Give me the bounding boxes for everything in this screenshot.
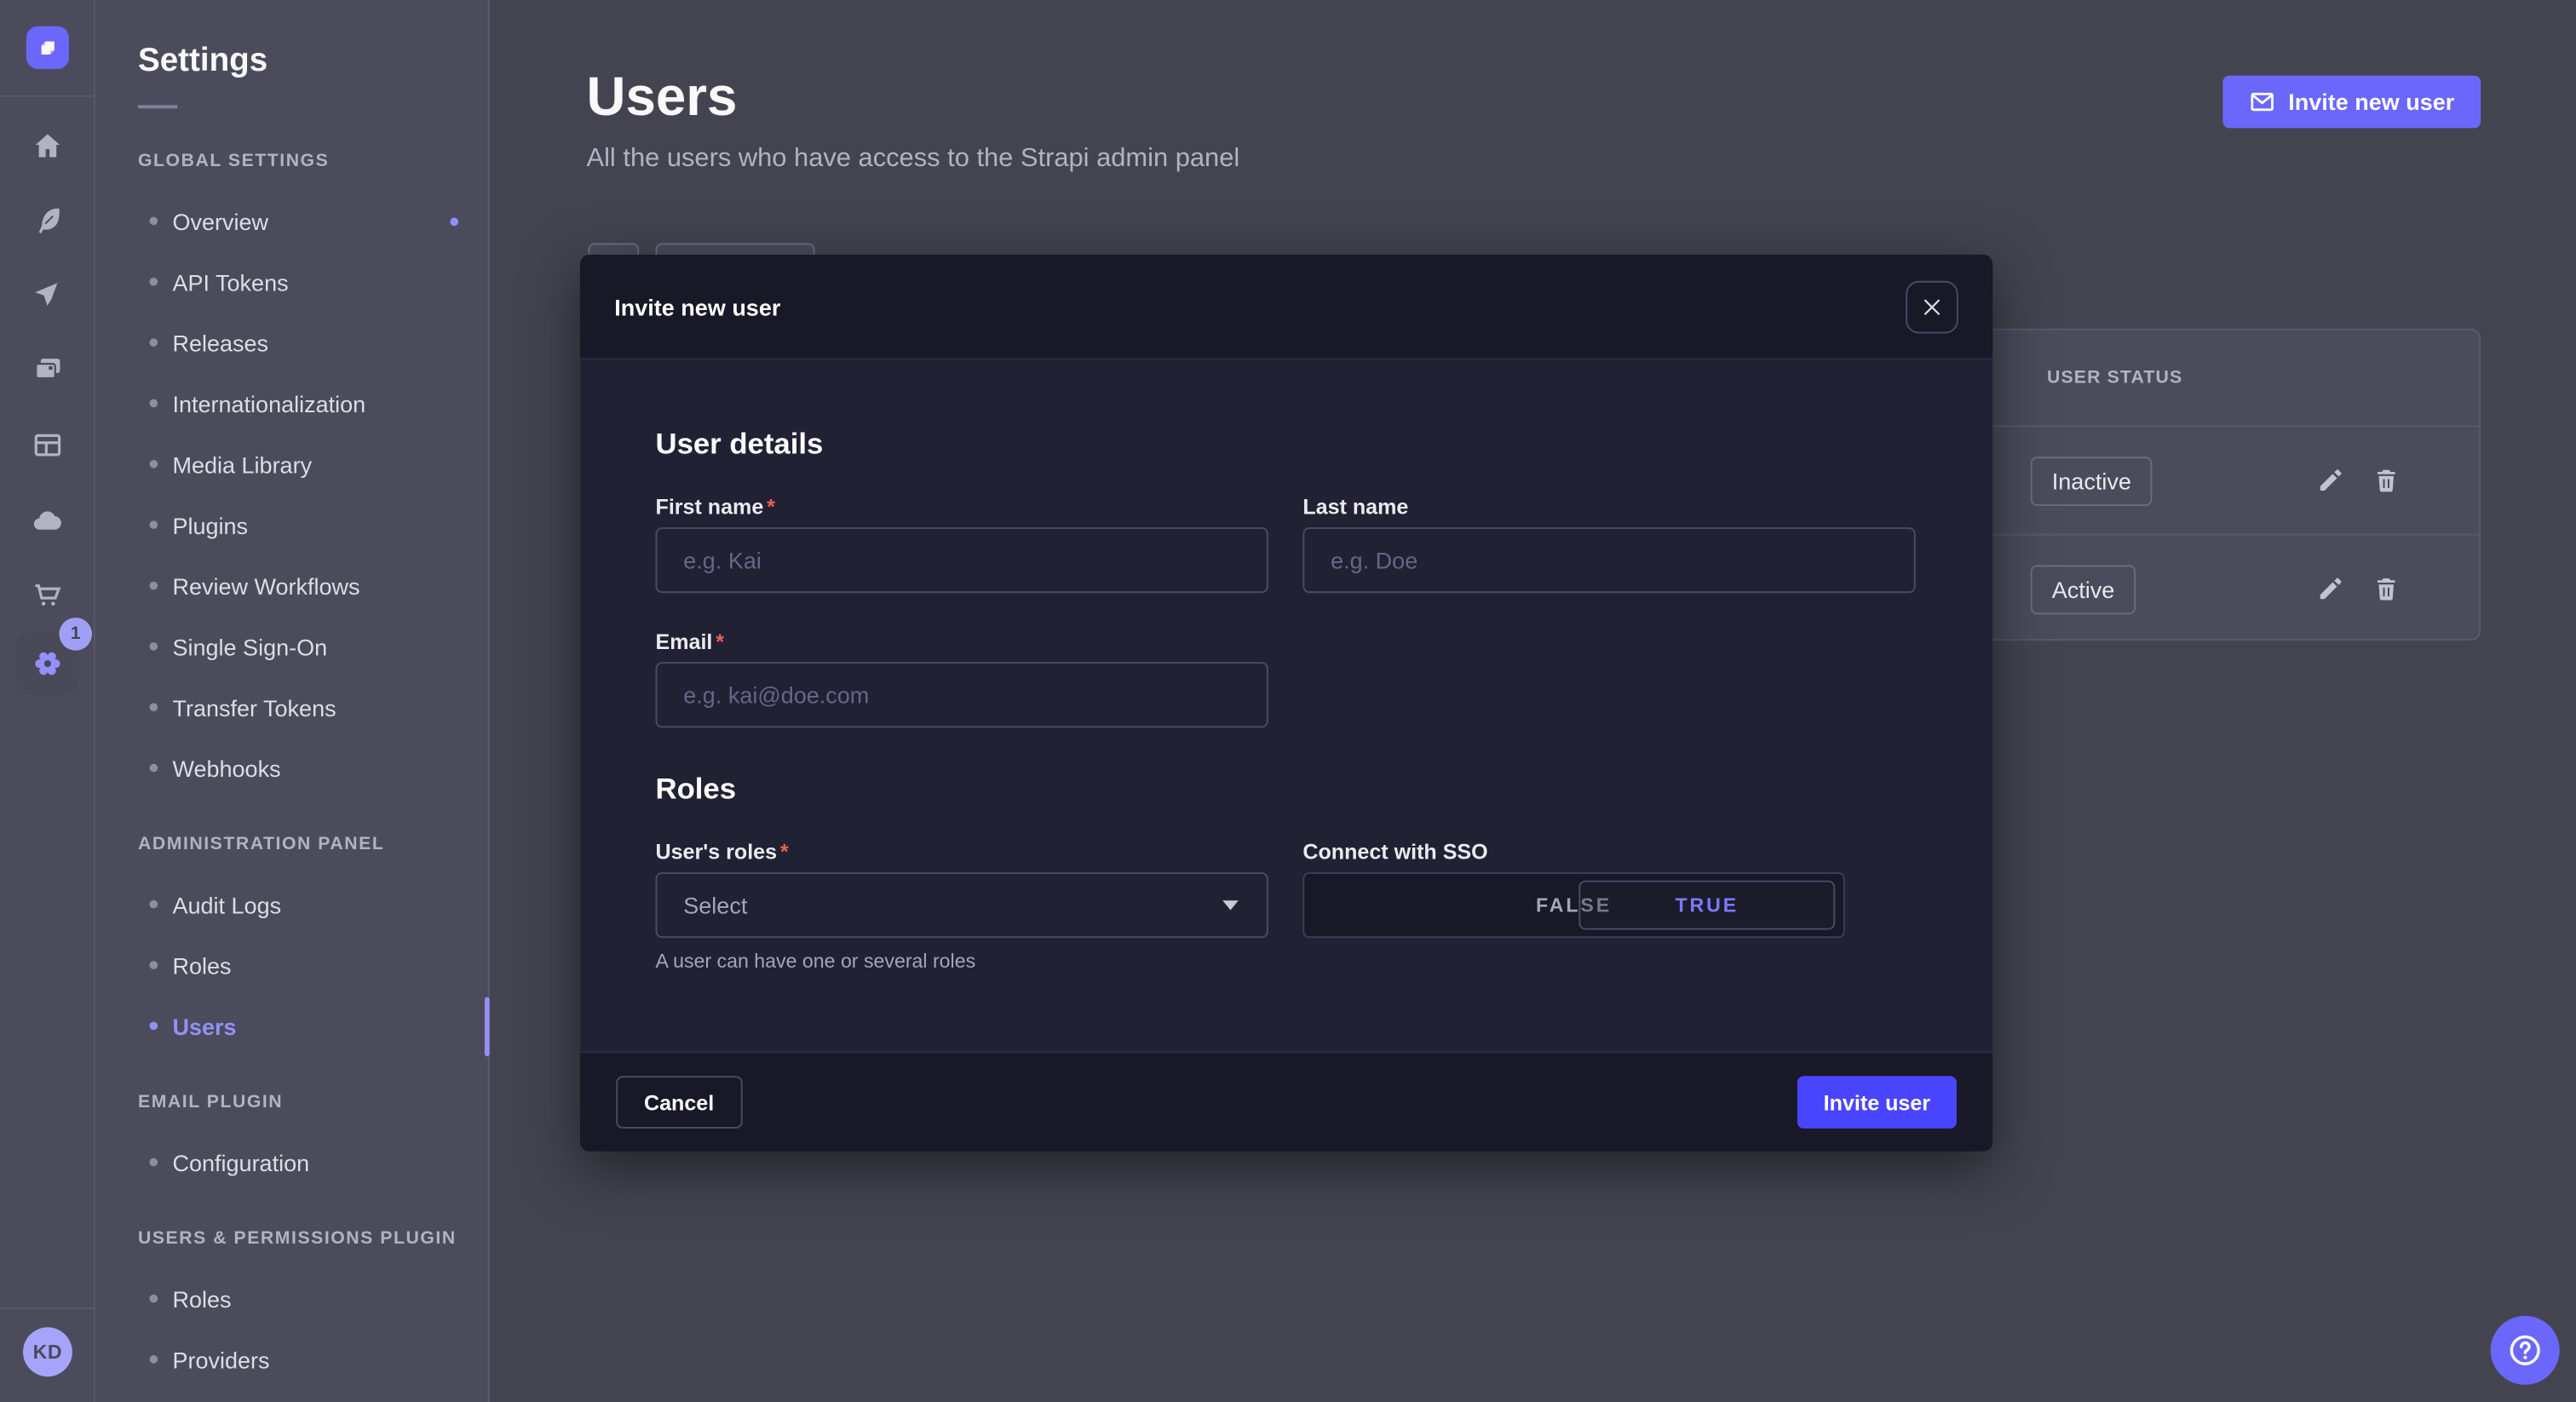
- sso-option-true[interactable]: TRUE: [1578, 881, 1835, 930]
- email-field-row: Email*: [655, 629, 1917, 728]
- users-roles-label: User's roles*: [655, 839, 1268, 864]
- first-name-input[interactable]: [655, 527, 1268, 593]
- sso-toggle: FALSE TRUE: [1302, 872, 1844, 938]
- sso-field: Connect with SSO FALSE TRUE: [1302, 839, 1915, 972]
- invite-new-user-modal: Invite new user User details First name*…: [580, 255, 1993, 1152]
- required-asterisk: *: [780, 839, 789, 864]
- users-roles-select[interactable]: Select: [655, 872, 1268, 938]
- modal-title: Invite new user: [614, 293, 780, 319]
- roles-hint: A user can have one or several roles: [655, 950, 1268, 973]
- close-button[interactable]: [1906, 280, 1958, 333]
- roles-fields-row: User's roles* Select A user can have one…: [655, 839, 1917, 972]
- email-field: Email*: [655, 629, 1268, 728]
- last-name-label: Last name: [1302, 494, 1915, 519]
- last-name-input[interactable]: [1302, 527, 1915, 593]
- close-icon: [1920, 295, 1943, 318]
- modal-footer: Cancel Invite user: [580, 1051, 1993, 1152]
- email-input[interactable]: [655, 662, 1268, 727]
- first-name-label: First name*: [655, 494, 1268, 519]
- users-roles-field: User's roles* Select A user can have one…: [655, 839, 1268, 972]
- user-details-heading: User details: [655, 359, 1917, 462]
- name-fields-row: First name* Last name: [655, 494, 1917, 593]
- roles-heading: Roles: [655, 727, 1917, 807]
- email-label: Email*: [655, 629, 1268, 654]
- invite-user-submit-button[interactable]: Invite user: [1797, 1076, 1957, 1129]
- modal-header: Invite new user: [580, 255, 1993, 359]
- cancel-button[interactable]: Cancel: [616, 1076, 742, 1129]
- required-asterisk: *: [716, 629, 724, 654]
- required-asterisk: *: [767, 494, 775, 519]
- first-name-field: First name*: [655, 494, 1268, 593]
- select-value: Select: [683, 892, 747, 918]
- chevron-down-icon: [1221, 899, 1240, 911]
- strapi-admin-app: 1 KD Settings GLOBAL SETTINGS Overview A…: [0, 0, 2576, 1402]
- sso-label: Connect with SSO: [1302, 839, 1915, 864]
- last-name-field: Last name: [1302, 494, 1915, 593]
- modal-body: User details First name* Last name Email…: [580, 359, 1993, 1051]
